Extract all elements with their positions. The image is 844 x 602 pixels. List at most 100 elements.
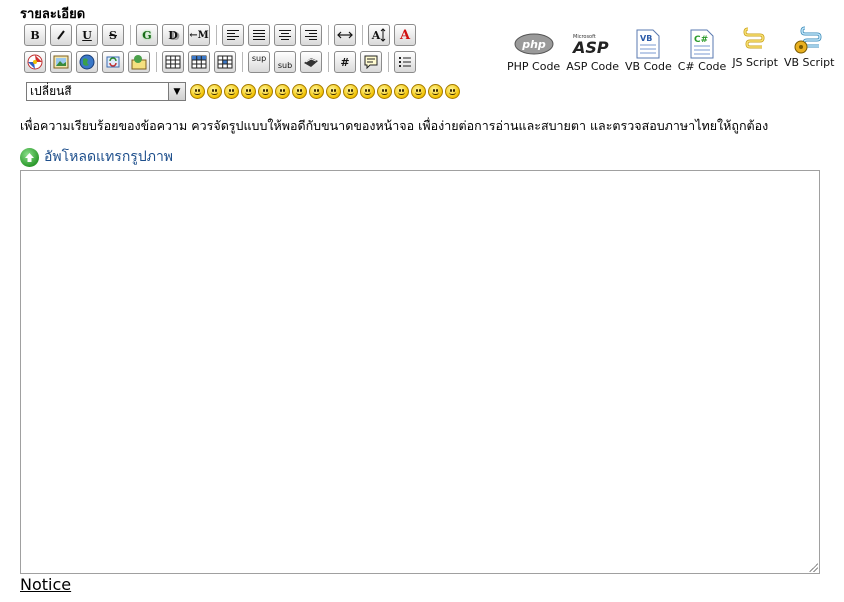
smiley-icon[interactable] [292,84,307,99]
smiley-mouth [245,92,252,95]
php-icon: php [513,28,555,60]
arrow-updown-icon [380,28,386,42]
separator [388,52,389,72]
upload-arrow-icon [20,147,39,167]
notice-link[interactable]: Notice [20,575,71,594]
refresh-button[interactable] [102,51,124,73]
smiley-icon[interactable] [394,84,409,99]
csharp-code-label: C# Code [677,60,727,73]
smiley-mouth [347,92,354,95]
smiley-icon[interactable] [377,84,392,99]
justify-button[interactable] [248,24,270,46]
vb-icon-text: VB [640,34,652,43]
email-button[interactable] [128,51,150,73]
smiley-mouth [262,92,269,95]
smiley-mouth [279,92,286,95]
subscript-label: sub [277,61,293,70]
strike-button[interactable]: S [102,24,124,46]
formatting-hint: เพื่อความเรียบร้อยของข้อความ ควรจัดรูปแบ… [20,118,769,133]
smiley-icon[interactable] [428,84,443,99]
separator [216,25,217,45]
smiley-icon[interactable] [207,84,222,99]
smiley-mouth [398,92,405,95]
smiley-icon[interactable] [258,84,273,99]
smiley-bar [190,84,462,99]
superscript-label: sup [251,54,267,63]
align-center-icon [279,30,291,40]
code-hash-button[interactable]: # [334,51,356,73]
details-textarea[interactable] [20,170,820,574]
font-color-label: A [399,27,411,43]
js-script-icon [742,24,768,56]
smiley-icon[interactable] [445,84,460,99]
font-color-button[interactable]: A [394,24,416,46]
smiley-mouth [313,92,320,95]
url-button[interactable] [76,51,98,73]
asp-icon-text: ASP [571,38,609,57]
vb-script-button[interactable]: VB Script [784,24,834,69]
smiley-mouth [296,92,303,95]
smiley-icon[interactable] [411,84,426,99]
toolbar-row-2: sup sub # [24,51,420,73]
marquee-button[interactable]: ←M [188,24,210,46]
smiley-icon[interactable] [360,84,375,99]
color-select[interactable]: เปลี่ยนสี ▼ [26,82,186,101]
smiley-mouth [211,92,218,95]
smiley-icon[interactable] [343,84,358,99]
js-script-button[interactable]: JS Script [732,24,778,69]
details-label: รายละเอียด [20,7,86,22]
asp-code-button[interactable]: Microsoft ASP ASP Code [566,28,619,73]
underline-button[interactable]: U [76,24,98,46]
vb-icon: VB [633,28,663,60]
glow-label: G [142,28,152,42]
vb-script-icon [793,24,825,56]
justify-icon [253,30,265,40]
align-left-button[interactable] [222,24,244,46]
smiley-mouth [381,92,388,95]
smiley-mouth [330,92,337,95]
smiley-icon[interactable] [275,84,290,99]
chevron-down-icon[interactable]: ▼ [168,83,185,100]
smiley-icon[interactable] [326,84,341,99]
horizontal-rule-button[interactable] [334,24,356,46]
list-button[interactable] [394,51,416,73]
table-row-button[interactable] [188,51,210,73]
superscript-button[interactable]: sup [248,51,270,73]
image-button[interactable] [50,51,72,73]
align-right-icon [305,30,317,40]
smiley-icon[interactable] [190,84,205,99]
shadow-button[interactable]: D [162,24,184,46]
flash-button[interactable] [24,51,46,73]
flash-icon [27,54,43,70]
smiley-icon[interactable] [224,84,239,99]
resize-grip[interactable] [808,562,818,572]
upload-image-link[interactable]: อัพโหลดแทรกรูปภาพ [20,146,173,168]
italic-button[interactable] [50,24,72,46]
font-size-button[interactable]: A [368,24,390,46]
php-code-button[interactable]: php PHP Code [507,28,560,73]
csharp-code-button[interactable]: C# C# Code [677,28,727,73]
smiley-mouth [194,92,201,95]
subscript-button[interactable]: sub [274,51,296,73]
smiley-mouth [432,92,439,95]
align-right-button[interactable] [300,24,322,46]
table-cell-button[interactable] [214,51,236,73]
vb-code-label: VB Code [625,60,672,73]
quote-button[interactable] [360,51,382,73]
table-button[interactable] [162,51,184,73]
smiley-icon[interactable] [241,84,256,99]
teletype-button[interactable] [300,51,322,73]
vb-script-label: VB Script [783,56,835,69]
toolbar-row-1: B U S G D ←M A A [24,24,420,46]
align-left-icon [227,30,239,40]
email-icon [131,55,147,70]
smiley-mouth [449,92,456,95]
smiley-icon[interactable] [309,84,324,99]
color-select-value: เปลี่ยนสี [30,84,72,98]
bold-button[interactable]: B [24,24,46,46]
vb-code-button[interactable]: VB VB Code [625,28,672,73]
separator [362,25,363,45]
glow-button[interactable]: G [136,24,158,46]
underline-label: U [82,28,92,42]
align-center-button[interactable] [274,24,296,46]
